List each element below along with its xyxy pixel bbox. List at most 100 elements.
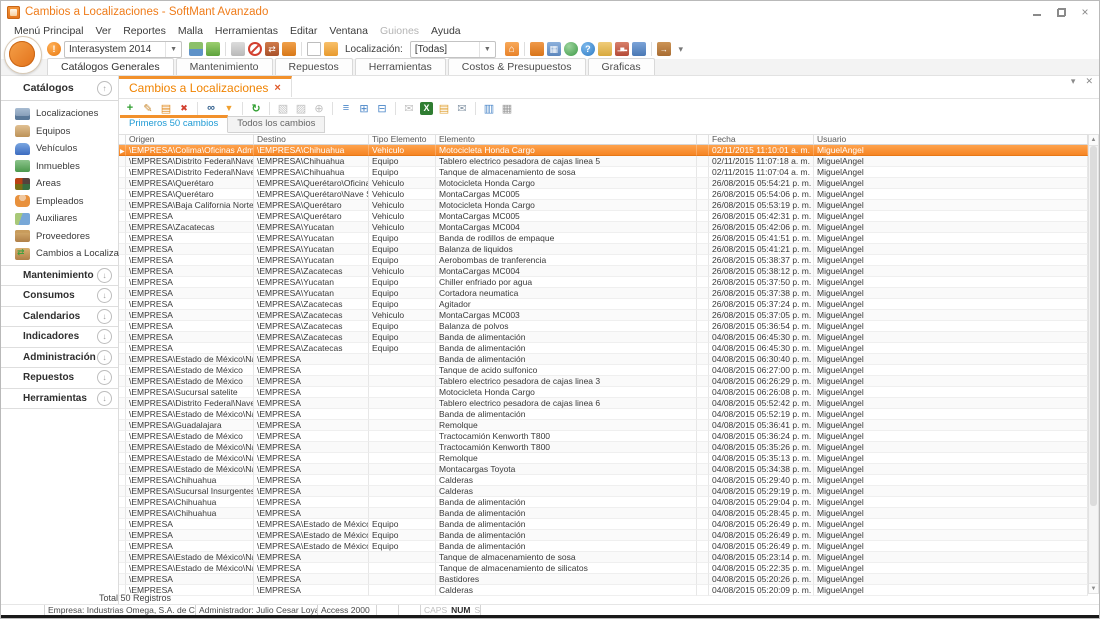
toolbar-icon[interactable]	[547, 42, 561, 56]
expand-down-icon[interactable]: ↓	[97, 391, 112, 406]
sidebar-item[interactable]: Inmuebles	[1, 158, 118, 176]
collapse-up-icon[interactable]: ↑	[97, 81, 112, 96]
table-row[interactable]: \EMPRESA \EMPRESA\Yucatan Equipo Banda d…	[119, 233, 1088, 244]
menu-item[interactable]: Guiones	[375, 24, 424, 38]
table-row[interactable]: \EMPRESA \EMPRESA Calderas 04/08/2015 05…	[119, 585, 1088, 596]
table-row[interactable]: \EMPRESA\Colima\Oficinas Administrativas…	[119, 145, 1088, 156]
table-row[interactable]: \EMPRESA\Estado de México\Nave produ... …	[119, 453, 1088, 464]
table-row[interactable]: \EMPRESA \EMPRESA\Zacatecas Vehiculo Mon…	[119, 266, 1088, 277]
grid-toolbar-icon[interactable]	[294, 101, 308, 115]
toolbar-icon[interactable]	[674, 42, 688, 56]
grid-toolbar-icon[interactable]	[312, 101, 326, 115]
table-row[interactable]: \EMPRESA\Estado de México \EMPRESA Tanqu…	[119, 365, 1088, 376]
toolbar-icon[interactable]	[189, 42, 203, 56]
grid-toolbar-icon[interactable]	[500, 101, 514, 115]
toolbar-icon[interactable]	[524, 42, 525, 56]
table-row[interactable]: \EMPRESA \EMPRESA\Yucatan Equipo Chiller…	[119, 277, 1088, 288]
sidebar-section[interactable]: Indicadores ↓	[1, 326, 118, 347]
grid-toolbar-icon[interactable]	[141, 101, 155, 115]
scrollbar-thumb[interactable]	[1090, 146, 1097, 506]
table-row[interactable]: \EMPRESA\Distrito Federal\Nave Distrito …	[119, 398, 1088, 409]
sidebar-item[interactable]: Auxiliares	[1, 210, 118, 228]
expand-down-icon[interactable]: ↓	[97, 350, 112, 365]
table-row[interactable]: \EMPRESA \EMPRESA\Zacatecas Vehiculo Mon…	[119, 310, 1088, 321]
grid-toolbar-icon[interactable]	[482, 101, 496, 115]
toolbar-icon[interactable]	[581, 42, 595, 56]
table-row[interactable]: \EMPRESA\Distrito Federal\Nave Distrito …	[119, 167, 1088, 178]
toolbar-icon[interactable]	[206, 42, 220, 56]
view-tab[interactable]: Primeros 50 cambios	[120, 115, 228, 133]
toolbar-icon[interactable]	[301, 42, 302, 56]
restore-button[interactable]	[1055, 6, 1067, 18]
table-row[interactable]: \EMPRESA\Estado de México \EMPRESA Table…	[119, 376, 1088, 387]
sidebar-section[interactable]: Consumos ↓	[1, 285, 118, 306]
sidebar-section-catalogos[interactable]: Catálogos ↑	[1, 76, 118, 101]
grid-toolbar-icon[interactable]	[332, 102, 333, 115]
toolbar-icon[interactable]	[530, 42, 544, 56]
grid-toolbar-icon[interactable]	[222, 101, 236, 115]
grid-toolbar-icon[interactable]	[437, 101, 451, 115]
table-row[interactable]: \EMPRESA\Estado de México\Nave produ... …	[119, 563, 1088, 574]
column-header[interactable]	[697, 134, 709, 145]
table-row[interactable]: \EMPRESA\Sucursal Insurgentes \EMPRESA C…	[119, 486, 1088, 497]
grid-toolbar-icon[interactable]	[159, 101, 173, 115]
table-row[interactable]: \EMPRESA\Distrito Federal\Nave Distrito …	[119, 156, 1088, 167]
expand-down-icon[interactable]: ↓	[97, 370, 112, 385]
table-row[interactable]: \EMPRESA \EMPRESA\Zacatecas Equipo Banda…	[119, 343, 1088, 354]
table-row[interactable]: \EMPRESA\Estado de México\Nave produ... …	[119, 354, 1088, 365]
grid-toolbar-icon[interactable]	[357, 101, 371, 115]
table-row[interactable]: \EMPRESA \EMPRESA Bastidores 04/08/2015 …	[119, 574, 1088, 585]
table-row[interactable]: \EMPRESA \EMPRESA\Yucatan Equipo Aerobom…	[119, 255, 1088, 266]
toolbar-icon[interactable]	[282, 42, 296, 56]
sidebar-item[interactable]: Empleados	[1, 193, 118, 211]
toolbar-icon[interactable]	[564, 42, 578, 56]
toolbar-icon[interactable]	[248, 42, 262, 56]
document-tab[interactable]: Cambios a Localizaciones ×	[119, 76, 292, 97]
toolbar-icon[interactable]	[505, 42, 519, 56]
scroll-down-icon[interactable]: ▼	[1089, 583, 1098, 593]
menu-item[interactable]: Ayuda	[426, 24, 466, 38]
profile-combobox[interactable]: Interasystem 2014 ▼	[64, 41, 182, 58]
sidebar-item[interactable]: Localizaciones	[1, 105, 118, 123]
menu-item[interactable]: Ventana	[324, 24, 373, 38]
grid-toolbar-icon[interactable]	[249, 101, 263, 115]
column-header[interactable]	[119, 134, 126, 145]
table-row[interactable]: \EMPRESA \EMPRESA\Estado de México\N... …	[119, 541, 1088, 552]
toolbar-icon[interactable]	[307, 42, 321, 56]
expand-down-icon[interactable]: ↓	[97, 268, 112, 283]
sidebar-item[interactable]: Cambios a Localizaciones	[1, 245, 118, 263]
table-row[interactable]: \EMPRESA \EMPRESA\Zacatecas Equipo Agita…	[119, 299, 1088, 310]
minimize-button[interactable]	[1031, 6, 1043, 18]
column-header[interactable]: Origen	[126, 134, 254, 145]
alert-icon[interactable]	[47, 42, 61, 56]
table-row[interactable]: \EMPRESA\Estado de México\Nave produ... …	[119, 464, 1088, 475]
table-row[interactable]: \EMPRESA\Estado de México\Nave produ... …	[119, 409, 1088, 420]
table-row[interactable]: \EMPRESA \EMPRESA\Zacatecas Equipo Banda…	[119, 332, 1088, 343]
table-row[interactable]: \EMPRESA\Chihuahua \EMPRESA Banda de ali…	[119, 508, 1088, 519]
menu-item[interactable]: Editar	[285, 24, 322, 38]
sidebar-section[interactable]: Herramientas ↓	[1, 388, 118, 410]
sidebar-section[interactable]: Mantenimiento ↓	[1, 265, 118, 286]
ribbon-tab[interactable]: Repuestos	[275, 58, 353, 75]
grid-toolbar-icon[interactable]	[455, 101, 469, 115]
table-row[interactable]: \EMPRESA\Guadalajara \EMPRESA Remolque 0…	[119, 420, 1088, 431]
grid-toolbar-icon[interactable]	[177, 101, 191, 115]
sidebar-item[interactable]: Proveedores	[1, 228, 118, 246]
expand-down-icon[interactable]: ↓	[97, 329, 112, 344]
table-row[interactable]: \EMPRESA\Chihuahua \EMPRESA Banda de ali…	[119, 497, 1088, 508]
sidebar-item[interactable]: Areas	[1, 175, 118, 193]
column-header[interactable]: Tipo Elemento	[369, 134, 436, 145]
grid-toolbar-icon[interactable]	[375, 101, 389, 115]
table-row[interactable]: \EMPRESA \EMPRESA\Yucatan Equipo Balanza…	[119, 244, 1088, 255]
toolbar-icon[interactable]	[324, 42, 338, 56]
grid-toolbar-icon[interactable]	[420, 102, 433, 115]
app-menu-button[interactable]	[4, 36, 42, 74]
grid-toolbar-icon[interactable]	[123, 101, 137, 115]
expand-down-icon[interactable]: ↓	[97, 309, 112, 324]
toolbar-icon[interactable]	[231, 42, 245, 56]
grid-toolbar-icon[interactable]	[242, 102, 243, 115]
table-header[interactable]: Origen Destino Tipo Elemento Elemento Fe…	[119, 134, 1088, 145]
toolbar-icon[interactable]	[598, 42, 612, 56]
grid-toolbar-icon[interactable]	[197, 102, 198, 115]
toolbar-icon[interactable]	[632, 42, 646, 56]
